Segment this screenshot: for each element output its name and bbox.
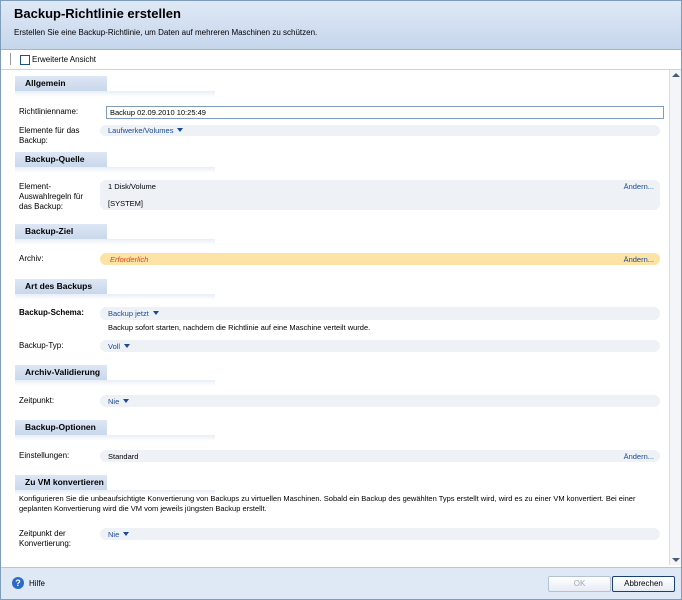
section-shade [15,167,215,173]
backup-scheme-label: Backup-Schema: [19,308,84,317]
validation-time-row: Nie [100,395,660,407]
vm-description: Konfigurieren Sie die unbeaufsichtigte K… [19,494,636,513]
chevron-down-icon [123,532,130,536]
advanced-view-checkbox[interactable] [20,55,30,65]
dialog-header: Backup-Richtlinie erstellen Erstellen Si… [1,1,681,50]
section-title-vm: Zu VM konvertieren [15,475,107,490]
section-title-general: Allgemein [15,76,107,91]
policy-name-input[interactable]: Backup 02.09.2010 10:25:49 [106,106,664,119]
conversion-time-dropdown[interactable]: Nie [108,530,130,539]
settings-value: Standard [108,452,139,461]
dialog-footer: ? Hilfe OK Abbrechen [1,567,681,599]
validation-time-label: Zeitpunkt: [19,396,55,405]
archive-label: Archiv: [19,254,44,263]
section-shade [15,294,215,300]
selection-rules-row: 1 Disk/Volume [SYSTEM] Ändern... [100,180,660,210]
section-title-backup-type: Art des Backups [15,279,107,294]
chevron-down-icon [152,311,159,315]
backup-items-label: Elemente für das Backup: [19,126,80,145]
dialog-window: Backup-Richtlinie erstellen Erstellen Si… [0,0,682,600]
dialog-subtitle: Erstellen Sie eine Backup-Richtlinie, um… [14,28,318,37]
backup-type-row: Voll [100,340,660,352]
section-title-source: Backup-Quelle [15,152,107,167]
backup-scheme-dropdown[interactable]: Backup jetzt [108,309,159,318]
help-link[interactable]: Hilfe [29,579,45,588]
options-change-link[interactable]: Ändern... [624,452,654,461]
section-title-validation: Archiv-Validierung [15,365,107,380]
archive-required-text: Erforderlich [110,255,149,264]
ok-button[interactable]: OK [548,576,611,592]
conversion-time-row: Nie [100,528,660,540]
settings-row: Standard Ändern... [100,450,660,462]
policy-name-label: Richtlinienname: [19,107,79,116]
backup-type-value: Voll [108,342,121,351]
toolbar-grip [10,53,14,65]
backup-scheme-row: Backup jetzt [100,307,660,320]
section-shade [15,380,215,386]
backup-items-row: Laufwerke/Volumes [100,125,660,136]
archive-row: Erforderlich Ändern... [100,253,660,265]
help-icon[interactable]: ? [12,577,24,589]
backup-items-value: Laufwerke/Volumes [108,126,174,135]
scroll-up-icon[interactable] [672,73,680,77]
chevron-down-icon [123,399,130,403]
validation-time-dropdown[interactable]: Nie [108,397,130,406]
source-change-link[interactable]: Ändern... [624,182,654,191]
dialog-title: Backup-Richtlinie erstellen [14,6,181,21]
chevron-down-icon [124,344,131,348]
settings-label: Einstellungen: [19,451,70,460]
section-title-target: Backup-Ziel [15,224,107,239]
selection-rules-line1: 1 Disk/Volume [108,182,156,191]
backup-type-label: Backup-Typ: [19,341,64,350]
settings-panel: Allgemein Richtlinienname: Backup 02.09.… [5,70,667,565]
cancel-button[interactable]: Abbrechen [612,576,675,592]
conversion-time-label: Zeitpunkt der Konvertierung: [19,529,72,548]
section-title-options: Backup-Optionen [15,420,107,435]
conversion-time-value: Nie [108,530,120,539]
backup-items-dropdown[interactable]: Laufwerke/Volumes [108,126,184,135]
backup-scheme-description: Backup sofort starten, nachdem die Richt… [108,323,371,332]
section-shade [15,435,215,441]
section-shade [15,239,215,245]
vertical-scrollbar[interactable] [669,70,681,565]
archive-change-link[interactable]: Ändern... [624,255,654,264]
chevron-down-icon [177,128,184,132]
scroll-down-icon[interactable] [672,558,680,562]
advanced-view-label[interactable]: Erweiterte Ansicht [32,55,96,64]
validation-time-value: Nie [108,397,120,406]
backup-type-dropdown[interactable]: Voll [108,342,131,351]
backup-scheme-value: Backup jetzt [108,309,149,318]
selection-rules-line2: [SYSTEM] [108,199,144,208]
toolbar: Erweiterte Ansicht [1,50,681,70]
selection-rules-label: Element-Auswahlregeln für das Backup: [19,182,84,211]
section-shade [15,91,215,97]
